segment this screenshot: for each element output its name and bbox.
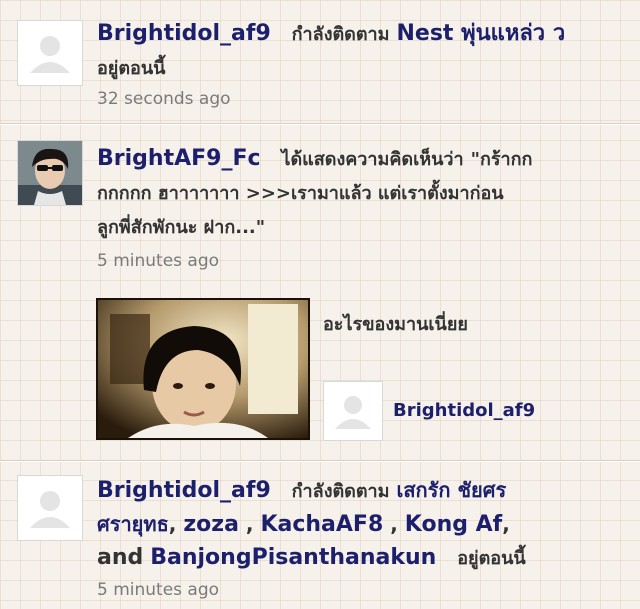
divider: [0, 123, 640, 125]
default-user-icon: [324, 382, 382, 440]
username-link[interactable]: Brightidol_af9: [97, 21, 271, 46]
and-text: and: [97, 545, 144, 570]
photo-author-link[interactable]: Brightidol_af9: [393, 400, 535, 421]
action-text: ได้แสดงความคิดเห็นว่า: [281, 149, 464, 170]
target-link[interactable]: BanjongPisanthanakun: [150, 545, 436, 570]
action-text: กำลังติดตาม: [291, 24, 390, 45]
comment-text: กกกกก ฮาาาาาาา >>>เรามาแล้ว แต่เราตั้งมา…: [97, 183, 504, 204]
target-link[interactable]: เสกรัก ชัยศร: [397, 478, 507, 502]
suffix-text: อยู่ตอนนี้: [97, 58, 166, 79]
photo-image: [98, 300, 308, 438]
profile-photo: [18, 141, 82, 205]
timestamp: 5 minutes ago: [97, 251, 220, 271]
timestamp: 5 minutes ago: [97, 580, 220, 600]
default-user-icon: [18, 476, 82, 540]
avatar[interactable]: [17, 475, 83, 541]
feed-item-text: Brightidol_af9 กำลังติดตาม เสกรัก ชัยศร …: [97, 478, 526, 570]
username-link[interactable]: Brightidol_af9: [97, 478, 271, 503]
default-user-icon: [18, 21, 82, 85]
action-text: กำลังติดตาม: [291, 481, 390, 502]
comment-text: "กร้ากก: [470, 149, 533, 170]
target-link[interactable]: ศรายุทธ: [97, 512, 169, 536]
avatar[interactable]: [17, 140, 83, 206]
username-link[interactable]: BrightAF9_Fc: [97, 146, 261, 171]
target-link[interactable]: zoza: [183, 512, 239, 537]
target-link[interactable]: KachaAF8: [260, 512, 383, 537]
attached-photo[interactable]: [96, 298, 310, 440]
feed-item-text: BrightAF9_Fc ได้แสดงความคิดเห็นว่า "กร้า…: [97, 142, 627, 244]
photo-caption: อะไรของมานเนี่ยย: [323, 314, 468, 335]
photo-author-avatar[interactable]: [323, 381, 383, 441]
feed-item-text: Brightidol_af9 กำลังติดตาม Nest พุ่นแหล่…: [97, 17, 627, 85]
target-link[interactable]: Nest พุ่นแหล่ว ว: [397, 21, 566, 46]
comment-text: ลูกพี่สักพักนะ ฝาก...": [97, 217, 266, 238]
target-link[interactable]: Kong Af: [405, 512, 502, 537]
divider: [0, 460, 640, 462]
timestamp: 32 seconds ago: [97, 89, 231, 109]
suffix-text: อยู่ตอนนี้: [457, 548, 526, 569]
avatar[interactable]: [17, 20, 83, 86]
